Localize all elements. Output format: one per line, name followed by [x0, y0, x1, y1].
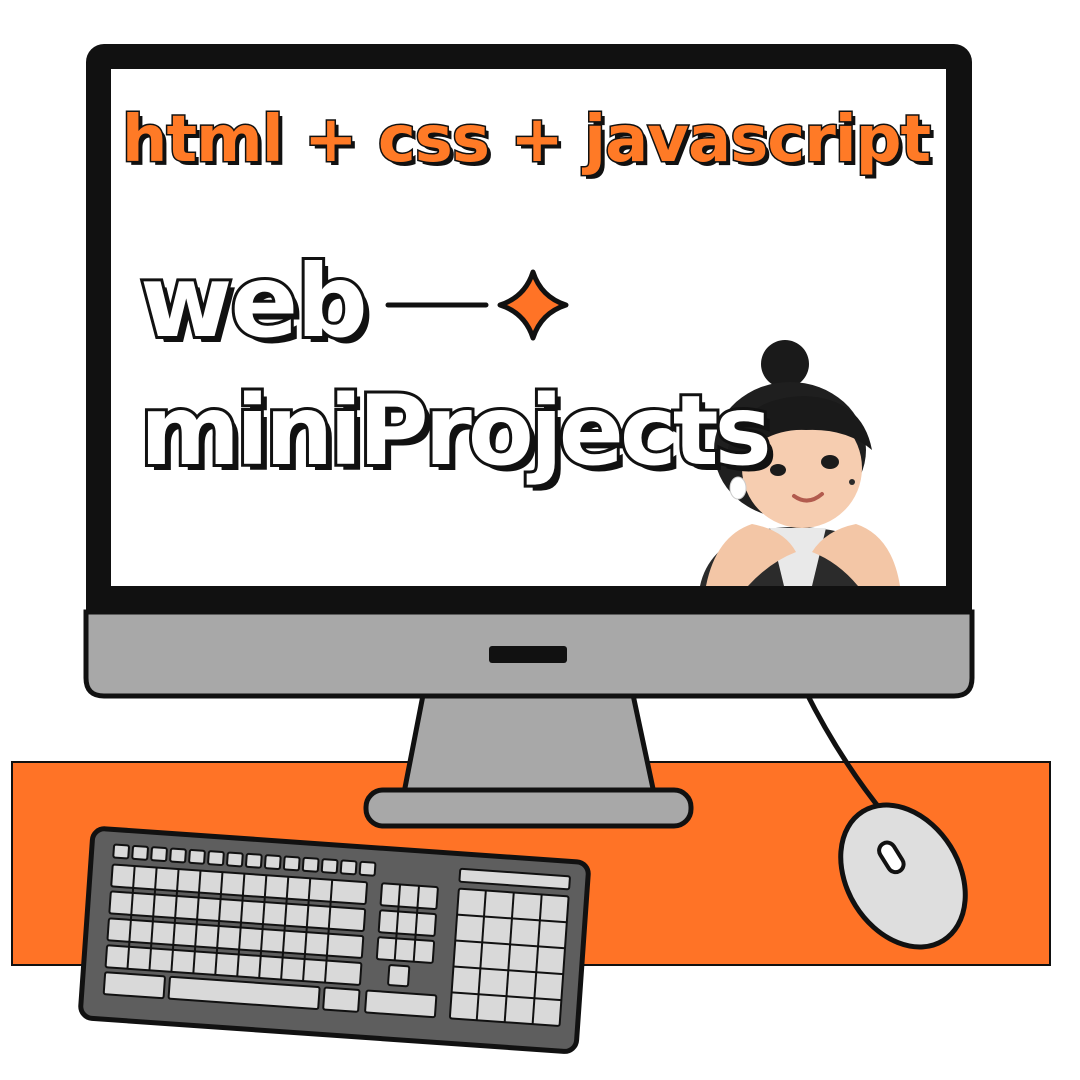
keyboard: [78, 826, 591, 1054]
title-line-web: web: [137, 243, 371, 360]
monitor-stand: [400, 687, 658, 801]
monitor-logo-slot: [489, 646, 567, 663]
monitor-stand-base: [363, 787, 694, 829]
headline: html + css + javascript: [120, 103, 932, 177]
title-line-miniprojects: miniProjects: [137, 375, 775, 487]
poster: html + css + javascript web miniProjects: [0, 0, 1080, 1080]
